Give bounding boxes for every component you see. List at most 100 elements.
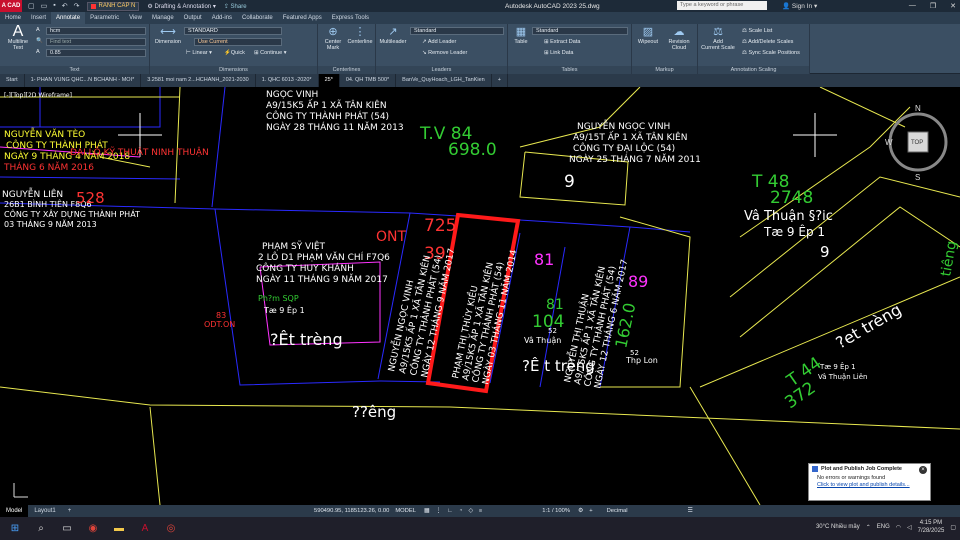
grid-icon[interactable]: ▦ <box>424 508 429 514</box>
add-layout-plus-icon[interactable]: + <box>62 505 78 517</box>
snap-icon[interactable]: ⋮ <box>435 508 441 514</box>
remove-leader-label: Remove Leader <box>428 50 468 56</box>
ribbon-tab-output[interactable]: Output <box>179 12 207 24</box>
dim-style-combo[interactable]: STANDARD <box>184 27 282 35</box>
table-button[interactable]: ▦ Table <box>510 26 532 45</box>
owner-tr3: CÔNG TY ĐẠI LỘC (54) <box>573 142 675 154</box>
ribbon-tab-parametric[interactable]: Parametric <box>85 12 124 24</box>
ribbon-tab-view[interactable]: View <box>124 12 147 24</box>
wifi-icon[interactable]: ◠ <box>896 524 901 531</box>
sync-scale-button[interactable]: ⚖ Sync Scale Positions <box>742 50 800 56</box>
multileader-button[interactable]: ↗ Multileader <box>378 26 408 45</box>
text-style-combo[interactable]: hcm <box>46 27 146 35</box>
dimension-button[interactable]: ⟷ Dimension <box>152 26 184 45</box>
center-mark-button[interactable]: ⊕ Center Mark <box>321 26 345 51</box>
maximize-icon[interactable]: ❐ <box>930 2 936 10</box>
chrome-icon[interactable]: ◉ <box>82 520 104 538</box>
quick-button[interactable]: ⚡Quick <box>224 50 245 56</box>
autocad-icon[interactable]: A <box>134 520 156 538</box>
ribbon-tab-collaborate[interactable]: Collaborate <box>237 12 278 24</box>
layout-tab-layout1[interactable]: Layout1 <box>28 505 61 517</box>
new-icon[interactable]: ▢ <box>28 2 35 10</box>
undo-icon[interactable]: ↶ <box>62 2 68 10</box>
save-icon[interactable]: ▪ <box>53 2 55 10</box>
language-indicator[interactable]: ENG <box>877 524 890 530</box>
document-tab[interactable]: 1- PHAN VUNG QHC...N BCHANH - MOI* <box>25 74 142 87</box>
ribbon-tab-featured-apps[interactable]: Featured Apps <box>278 12 327 24</box>
document-tab[interactable]: Start <box>0 74 25 87</box>
search-icon[interactable]: ⌕ <box>30 520 52 538</box>
ribbon-tab-insert[interactable]: Insert <box>26 12 51 24</box>
explorer-icon[interactable]: ▬ <box>108 520 130 538</box>
redo-icon[interactable]: ↷ <box>74 2 80 10</box>
sign-in-button[interactable]: 👤 Sign In ▾ <box>782 2 817 10</box>
autocad-logo[interactable]: A CAD <box>0 0 22 12</box>
layout-tab-model[interactable]: Model <box>0 505 29 517</box>
units-readout[interactable]: Decimal <box>607 508 628 514</box>
clock[interactable]: 4:15 PM 7/28/2025 <box>918 519 945 535</box>
add-current-scale-button[interactable]: ⚖ Add Current Scale <box>700 26 736 51</box>
document-tab[interactable]: 25* <box>318 74 340 87</box>
ribbon-tab-manage[interactable]: Manage <box>147 12 179 24</box>
gear-icon[interactable]: ⚙ <box>578 508 583 514</box>
dim-layer-combo[interactable]: Use Current <box>194 38 282 46</box>
chevron-up-icon[interactable]: ⌃ <box>866 524 871 531</box>
open-icon[interactable]: ▭ <box>41 2 48 10</box>
ribbon-tab-add-ins[interactable]: Add-ins <box>207 12 237 24</box>
plus-icon[interactable]: + <box>589 508 592 514</box>
share-button[interactable]: ⇪ Share <box>224 3 247 10</box>
customize-icon[interactable]: ☰ <box>688 508 693 514</box>
road-line <box>174 87 181 204</box>
centerline-button[interactable]: ⋮ Centerline <box>346 26 374 45</box>
remove-leader-button[interactable]: ↘ Remove Leader <box>422 50 467 56</box>
multiline-text-button[interactable]: A Multiline Text <box>4 24 32 52</box>
lineweight-icon[interactable]: ≡ <box>479 508 482 514</box>
osnap-icon[interactable]: ◇ <box>468 508 472 514</box>
model-space-button[interactable]: MODEL <box>395 508 416 514</box>
ep1-label: Tæ 9 Êp 1 <box>819 362 856 371</box>
find-text-input[interactable]: Find text <box>46 38 146 46</box>
table-style-combo[interactable]: Standard <box>532 27 628 35</box>
link-data-button[interactable]: ⊞ Link Data <box>544 50 573 56</box>
weather-readout[interactable]: 30°C Nhiều mây <box>816 524 860 530</box>
minimize-icon[interactable]: — <box>909 2 916 10</box>
add-leader-button[interactable]: ↗ Add Leader <box>422 39 456 45</box>
document-tab[interactable]: 04. QH TMB 500* <box>340 74 397 87</box>
new-tab-plus-icon[interactable]: + <box>492 74 508 87</box>
area-372: 372 <box>781 378 819 413</box>
ribbon-tab-annotate[interactable]: Annotate <box>51 12 86 24</box>
workspace-switcher[interactable]: ⚙ Drafting & Annotation ▾ <box>147 3 215 10</box>
taskview-icon[interactable]: ▭ <box>56 520 78 538</box>
document-tab[interactable]: 1. QHC 6013 -2020* <box>256 74 319 87</box>
linear-button[interactable]: ⊢ Linear ▾ <box>186 50 212 56</box>
document-tab[interactable]: BanVe_QuyHoach_LGH_TanKien <box>396 74 492 87</box>
volume-icon[interactable]: ◁ <box>907 524 912 531</box>
polar-icon[interactable]: ◔ <box>459 508 463 514</box>
windows-start-icon[interactable]: ⊞ <box>4 520 26 538</box>
viewcube[interactable]: TOP N W S <box>885 104 948 182</box>
chrome-icon-2[interactable]: ◎ <box>160 520 182 538</box>
notification-link[interactable]: Click to view plot and publish details..… <box>809 482 930 488</box>
plot-publish-notification[interactable]: Plot and Publish Job Complete No errors … <box>808 463 931 501</box>
coordinates-readout[interactable]: 590490.95, 1185123.26, 0.00 <box>314 508 389 514</box>
ribbon-tab-express-tools[interactable]: Express Tools <box>327 12 374 24</box>
document-tab[interactable]: 3.2581 moi nam 2...HCHANH_2021-2030 <box>141 74 256 87</box>
notification-close-icon[interactable]: × <box>919 466 927 474</box>
add-delete-scales-button[interactable]: ⚖ Add/Delete Scales <box>742 39 793 45</box>
text-height-combo[interactable]: 0.85 <box>46 49 146 57</box>
ortho-icon[interactable]: ∟ <box>447 508 453 514</box>
scale-list-button[interactable]: ⚖ Scale List <box>742 28 772 34</box>
continue-button[interactable]: ⊞ Continue ▾ <box>254 50 286 56</box>
tables-panel-title: Tables <box>508 66 631 74</box>
close-icon[interactable]: ✕ <box>950 2 956 10</box>
revision-cloud-button[interactable]: ☁ Revision Cloud <box>664 26 694 51</box>
extract-data-button[interactable]: ⊞ Extract Data <box>544 39 580 45</box>
workspace-name: Drafting & Annotation <box>154 3 212 10</box>
layer-dropdown[interactable]: RANH CAP N <box>87 1 140 11</box>
drawing-canvas[interactable]: [-][Top][2D Wireframe] NGUYỄN VĂN TÈO CÔ… <box>0 87 960 505</box>
wipeout-button[interactable]: ▨ Wipeout <box>634 26 662 45</box>
search-input[interactable]: Type a keyword or phrase <box>677 1 767 10</box>
notification-icon[interactable]: ▢ <box>950 524 956 531</box>
leader-style-combo[interactable]: Standard <box>410 27 504 35</box>
scale-readout[interactable]: 1:1 / 100% <box>542 508 570 514</box>
